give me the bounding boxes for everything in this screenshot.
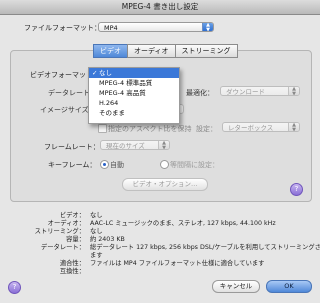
summary-value-conformance: ファイルは MP4 ファイルフォーマット仕様に適合しています — [90, 260, 265, 267]
menu-item-mpeg4-standard[interactable]: MPEG-4 標準品質 — [89, 78, 179, 88]
export-settings-window: MPEG-4 書き出し設定 ファイルフォーマット： MP4 ▲ ▼ ビデオ オーデ… — [0, 0, 320, 303]
summary-value-audio: AAC-LC ミュージックのまま、ステレオ, 127 kbps, 44.100 … — [90, 220, 276, 227]
preserve-aspect-label: 指定のアスペクト比を保持 — [108, 125, 192, 133]
setting-select[interactable]: レターボックス ▲ ▼ — [222, 122, 300, 132]
video-format-menu: ✓ なし MPEG-4 標準品質 MPEG-4 高品質 H.264 そのまま — [88, 67, 180, 124]
keyframe-interval-radio[interactable] — [160, 160, 169, 169]
chevron-updown-icon: ▲▼ — [158, 141, 169, 149]
chevron-updown-icon: ▲▼ — [288, 87, 299, 95]
keyframe-interval-label: 等間隔に設定： — [170, 161, 219, 169]
file-format-label: ファイルフォーマット： — [24, 24, 101, 32]
optimize-select[interactable]: ダウンロード ▲ ▼ — [220, 86, 300, 96]
summary-key-compatibility: 互換性： — [59, 268, 85, 275]
image-size-label: イメージサイズ — [40, 106, 89, 114]
frame-rate-value: 現在のサイズ — [106, 142, 145, 150]
video-options-button[interactable]: ビデオ・オプション… — [122, 178, 208, 191]
datarate-label: データレート — [48, 89, 90, 97]
preserve-aspect-checkbox[interactable] — [98, 124, 107, 133]
keyframe-auto-radio[interactable] — [100, 160, 109, 169]
tab-video[interactable]: ビデオ — [93, 44, 128, 58]
keyframe-auto-label: 自動 — [110, 161, 124, 169]
menu-item-h264[interactable]: H.264 — [89, 98, 179, 108]
menu-item-none[interactable]: ✓ なし — [89, 68, 179, 78]
keyframe-label: キーフレーム： — [48, 161, 97, 169]
optimize-label: 最適化： — [186, 89, 214, 97]
tab-bar: ビデオ オーディオ ストリーミング — [93, 44, 238, 58]
optimize-value: ダウンロード — [226, 88, 265, 96]
tab-audio[interactable]: オーディオ — [127, 44, 176, 58]
window-title: MPEG-4 書き出し設定 — [0, 0, 320, 15]
menu-item-mpeg4-high[interactable]: MPEG-4 高品質 — [89, 88, 179, 98]
frame-rate-label: フレームレート： — [44, 143, 100, 151]
cancel-button[interactable]: キャンセル — [212, 280, 260, 293]
setting-value: レターボックス — [228, 124, 274, 132]
help-icon[interactable]: ? — [8, 281, 21, 294]
ok-button[interactable]: OK — [266, 280, 312, 293]
chevron-updown-icon: ▲▼ — [202, 23, 213, 31]
summary-value-datarate: 総データレート 127 kbps, 256 kbps DSL/ケーブルを利用して… — [90, 244, 320, 251]
help-icon[interactable]: ? — [290, 183, 303, 196]
frame-rate-select[interactable]: 現在のサイズ ▲ ▼ — [100, 140, 170, 150]
setting-label: 設定： — [196, 125, 217, 133]
file-format-value: MP4 — [104, 24, 118, 32]
menu-item-passthrough[interactable]: そのまま — [89, 108, 179, 118]
chevron-updown-icon: ▲▼ — [288, 123, 299, 131]
file-format-select[interactable]: MP4 ▲ ▼ — [98, 22, 214, 32]
menu-item-label: なし — [99, 69, 112, 77]
checkmark-icon: ✓ — [92, 69, 98, 77]
summary-key-datarate: データレート： — [40, 244, 85, 251]
tab-streaming[interactable]: ストリーミング — [174, 44, 238, 58]
